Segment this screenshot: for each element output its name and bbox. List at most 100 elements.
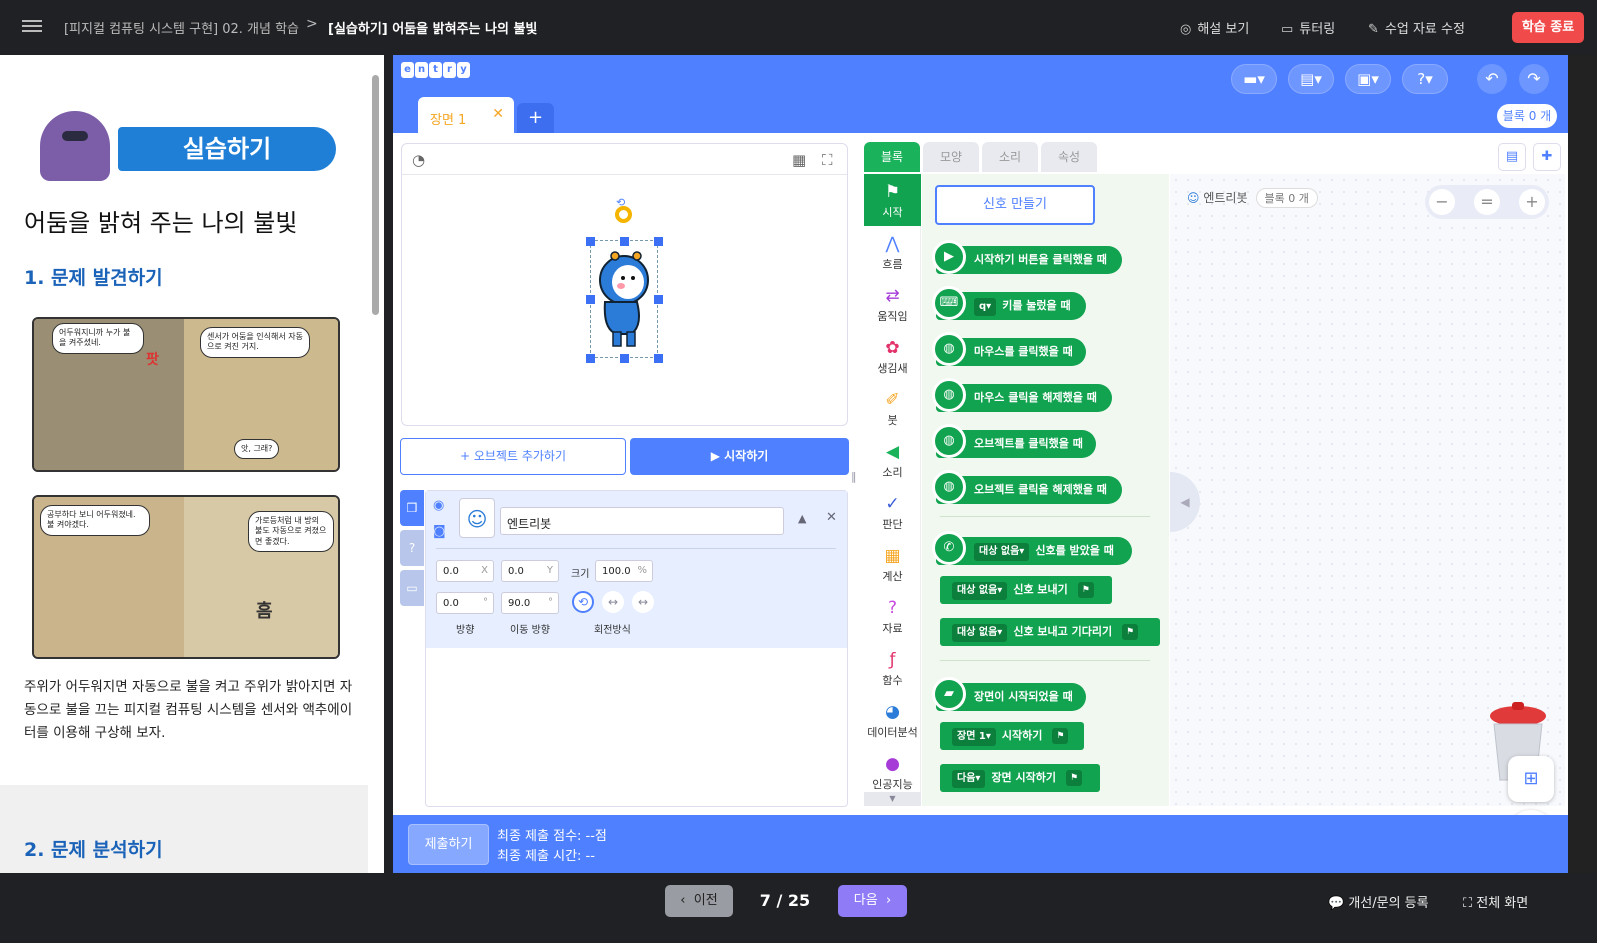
lock-icon[interactable]: ◙: [433, 524, 446, 539]
category-calc[interactable]: ▦ 계산: [864, 538, 921, 590]
page-indicator: 7 / 25: [759, 891, 811, 910]
y-coordinate-input[interactable]: 0.0 Y: [501, 560, 559, 582]
object-tab[interactable]: ❒: [400, 490, 424, 526]
start-button[interactable]: ▶ 시작하기: [630, 438, 849, 475]
apps-button[interactable]: ⊞: [1508, 756, 1554, 802]
fullscreen-button[interactable]: ⛶ 전체 화면: [1463, 892, 1528, 911]
add-comment-button[interactable]: ✚: [1533, 143, 1561, 171]
tab-sounds[interactable]: 소리: [982, 142, 1038, 172]
category-data[interactable]: ? 자료: [864, 590, 921, 642]
close-icon[interactable]: ✕: [492, 106, 504, 122]
scrollbar[interactable]: [372, 75, 379, 315]
signal-dropdown[interactable]: 대상 없음▾: [952, 624, 1008, 642]
block-start-next-scene[interactable]: 다음▾ 장면 시작하기 ⚑: [940, 764, 1100, 792]
category-motion[interactable]: ⇄ 움직임: [864, 278, 921, 330]
resize-handle[interactable]: ‖: [851, 470, 857, 483]
ai-icon: ●: [885, 754, 900, 774]
delete-object-icon[interactable]: ✕: [826, 510, 837, 525]
project-menu-button[interactable]: ▤▾: [1288, 64, 1334, 94]
entrybot-sprite[interactable]: [597, 250, 651, 350]
fullscreen-icon[interactable]: ⛶: [822, 151, 833, 169]
rotation-center-handle[interactable]: [615, 206, 632, 223]
finish-button[interactable]: 학습 종료: [1512, 12, 1584, 43]
signal-dropdown[interactable]: 대상 없음▾: [974, 543, 1030, 561]
redo-button[interactable]: ↷: [1519, 64, 1549, 94]
direction-input[interactable]: 0.0 °: [436, 592, 494, 614]
object-thumbnail[interactable]: ☺: [459, 498, 495, 538]
help-menu-button[interactable]: ?▾: [1402, 64, 1448, 94]
block-when-mouse-released[interactable]: ◍ 마우스 클릭을 해제했을 때: [932, 378, 1112, 412]
flag-icon: ⚑: [1052, 728, 1069, 744]
scene-dropdown[interactable]: 장면 1▾: [952, 728, 996, 746]
block-send-signal[interactable]: 대상 없음▾ 신호 보내기 ⚑: [940, 576, 1112, 604]
chevron-left-icon: ‹: [680, 893, 686, 908]
size-input[interactable]: 100.0%: [595, 560, 653, 582]
grid-apps-icon: ⊞: [1523, 768, 1539, 789]
help-tab[interactable]: ?: [400, 530, 424, 566]
category-data-analysis[interactable]: ◕ 데이터분석: [864, 694, 921, 746]
block-when-object-clicked[interactable]: ◍ 오브젝트를 클릭했을 때: [932, 424, 1096, 458]
save-menu-button[interactable]: ▣▾: [1345, 64, 1391, 94]
console-tab[interactable]: ▭: [400, 570, 424, 606]
category-flow[interactable]: ⋀ 흐름: [864, 226, 921, 278]
rotate-free-icon[interactable]: ⟲: [572, 591, 594, 613]
page-title: [실습하기] 어둠을 밝혀주는 나의 불빛: [328, 22, 538, 37]
category-sound[interactable]: ◀ 소리: [864, 434, 921, 486]
x-coordinate-input[interactable]: 0.0 X: [436, 560, 494, 582]
tab-blocks[interactable]: 블록: [864, 142, 920, 172]
add-object-button[interactable]: + 오브젝트 추가하기: [400, 438, 626, 475]
block-start-scene[interactable]: 장면 1▾ 시작하기 ⚑: [940, 722, 1084, 750]
edit-material-button[interactable]: ✎ 수업 자료 수정: [1368, 18, 1465, 37]
visibility-icon[interactable]: ◉: [433, 498, 444, 513]
zoom-reset-button[interactable]: =: [1474, 189, 1500, 215]
block-when-scene-starts[interactable]: ▰ 장면이 시작되었을 때: [932, 677, 1086, 711]
add-scene-button[interactable]: +: [517, 103, 554, 133]
breadcrumb[interactable]: [피지컬 컴퓨팅 시스템 구현] 02. 개념 학습: [64, 18, 299, 37]
feedback-button[interactable]: 💬 개선/문의 등록: [1328, 892, 1429, 911]
mouse-icon: ◍: [932, 332, 966, 366]
category-start[interactable]: ⚑ 시작: [864, 174, 921, 226]
tab-shapes[interactable]: 모양: [923, 142, 979, 172]
scroll-down-icon[interactable]: ▼: [864, 792, 921, 806]
block-when-object-released[interactable]: ◍ 오브젝트 클릭을 해제했을 때: [932, 470, 1122, 504]
zoom-in-button[interactable]: +: [1519, 189, 1545, 215]
rotate-none-icon[interactable]: ↔: [632, 591, 654, 613]
block-when-mouse-clicked[interactable]: ◍ 마우스를 클릭했을 때: [932, 332, 1086, 366]
tutoring-button[interactable]: ▭ 튜터링: [1281, 18, 1335, 37]
canvas-object-info: ☺ 엔트리봇 블록 0 개: [1187, 188, 1318, 208]
rotate-horizontal-icon[interactable]: ↔: [602, 591, 624, 613]
next-scene-dropdown[interactable]: 다음▾: [952, 770, 986, 788]
category-function[interactable]: ƒ 함수: [864, 642, 921, 694]
next-button[interactable]: 다음 ›: [838, 885, 907, 917]
block-when-signal-received[interactable]: ✆ 대상 없음▾ 신호를 받았을 때: [932, 531, 1132, 565]
move-direction-input[interactable]: 90.0 °: [501, 592, 559, 614]
direction-label: 방향: [456, 625, 475, 636]
collapse-icon[interactable]: ▲: [798, 512, 806, 525]
comment-button[interactable]: ▤: [1498, 143, 1526, 171]
mode-toggle-button[interactable]: ▬▾: [1231, 64, 1277, 94]
signal-dropdown[interactable]: 대상 없음▾: [952, 582, 1008, 600]
key-dropdown[interactable]: q▾: [974, 298, 997, 316]
prev-button[interactable]: ‹ 이전: [665, 885, 733, 917]
category-looks[interactable]: ✿ 생김새: [864, 330, 921, 382]
scene-tab[interactable]: 장면 1 ✕: [418, 97, 514, 133]
speech-bubble: 가로등처럼 내 방의 불도 자동으로 켜졌으면 좋겠다.: [248, 511, 334, 553]
block-when-key-pressed[interactable]: ⌨ q▾ 키를 눌렀을 때: [932, 286, 1086, 320]
zoom-out-button[interactable]: −: [1429, 189, 1455, 215]
grid-icon[interactable]: ▦: [792, 151, 806, 169]
tab-properties[interactable]: 속성: [1041, 142, 1097, 172]
submit-button[interactable]: 제출하기: [408, 824, 489, 865]
category-judge[interactable]: ✓ 판단: [864, 486, 921, 538]
category-ai[interactable]: ● 인공지능: [864, 746, 921, 792]
object-name-input[interactable]: 엔트리봇: [500, 507, 784, 535]
comic-panel-2: 공부하다 보니 어두워졌네. 불 켜야겠다. 가로등처럼 내 방의 불도 자동으…: [32, 495, 340, 659]
category-brush[interactable]: ✐ 붓: [864, 382, 921, 434]
solution-button[interactable]: ◎ 해설 보기: [1180, 18, 1249, 37]
block-send-signal-wait[interactable]: 대상 없음▾ 신호 보내고 기다리기 ⚑: [940, 618, 1160, 646]
undo-button[interactable]: ↶: [1477, 64, 1507, 94]
block-when-start-clicked[interactable]: ▶ 시작하기 버튼을 클릭했을 때: [932, 240, 1122, 274]
speed-icon[interactable]: ◔: [412, 151, 425, 169]
speech-bubble: 센서가 어둠을 인식해서 자동으로 켜진 거지.: [200, 327, 310, 358]
make-signal-button[interactable]: 신호 만들기: [935, 185, 1095, 225]
menu-icon[interactable]: [22, 17, 42, 37]
